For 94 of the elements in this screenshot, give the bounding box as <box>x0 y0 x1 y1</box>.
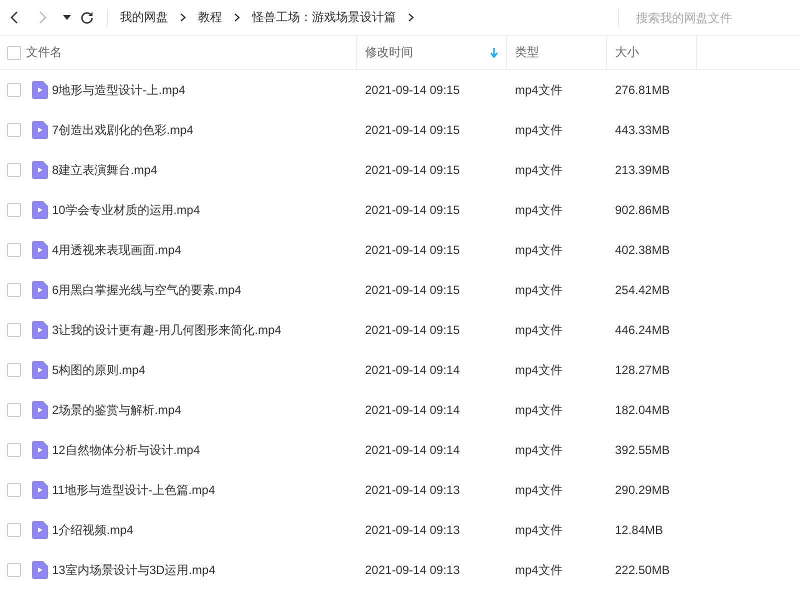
file-size: 12.84MB <box>614 523 664 537</box>
file-size: 182.04MB <box>614 403 671 417</box>
file-type: mp4文件 <box>514 442 564 458</box>
modified-time: 2021-09-14 09:15 <box>364 283 461 297</box>
file-type: mp4文件 <box>514 522 564 538</box>
modified-time: 2021-09-14 09:15 <box>364 123 461 137</box>
row-checkbox[interactable] <box>7 523 21 537</box>
file-size: 392.55MB <box>614 443 671 457</box>
column-header[interactable]: 大小 <box>607 36 697 69</box>
modified-time: 2021-09-14 09:15 <box>364 203 461 217</box>
breadcrumb-link[interactable]: 怪兽工场：游戏场景设计篇 <box>252 9 396 26</box>
file-type: mp4文件 <box>514 482 564 498</box>
video-file-icon <box>32 321 48 339</box>
row-checkbox[interactable] <box>7 123 21 137</box>
file-name[interactable]: 1介绍视频.mp4 <box>52 522 357 538</box>
row-checkbox[interactable] <box>7 203 21 217</box>
video-file-icon <box>32 201 48 219</box>
modified-time: 2021-09-14 09:13 <box>364 523 461 537</box>
row-checkbox[interactable] <box>7 283 21 297</box>
file-name[interactable]: 6用黑白掌握光线与空气的要素.mp4 <box>52 282 357 298</box>
file-type: mp4文件 <box>514 562 564 578</box>
modified-time: 2021-09-14 09:15 <box>364 323 461 337</box>
video-file-icon <box>32 561 48 579</box>
refresh-icon <box>80 10 94 24</box>
row-checkbox[interactable] <box>7 483 21 497</box>
file-name[interactable]: 9地形与造型设计-上.mp4 <box>52 82 357 98</box>
row-checkbox[interactable] <box>7 323 21 337</box>
file-size: 276.81MB <box>614 83 671 97</box>
file-size: 254.42MB <box>614 283 671 297</box>
file-name[interactable]: 12自然物体分析与设计.mp4 <box>52 442 357 458</box>
video-file-icon <box>32 161 48 179</box>
caret-icon <box>63 15 71 20</box>
file-type: mp4文件 <box>514 362 564 378</box>
file-size: 222.50MB <box>614 563 671 577</box>
chevron-right-icon <box>39 11 47 24</box>
file-size: 128.27MB <box>614 363 671 377</box>
column-header[interactable]: 修改时间 <box>357 36 507 69</box>
file-name[interactable]: 8建立表演舞台.mp4 <box>52 162 357 178</box>
row-checkbox[interactable] <box>7 163 21 177</box>
row-checkbox[interactable] <box>7 563 21 577</box>
chevron-left-icon <box>10 11 18 24</box>
file-name[interactable]: 2场景的鉴赏与解析.mp4 <box>52 402 357 418</box>
file-name[interactable]: 13室内场景设计与3D运用.mp4 <box>52 562 357 578</box>
file-name[interactable]: 3让我的设计更有趣-用几何图形来简化.mp4 <box>52 322 357 338</box>
breadcrumb-link[interactable]: 教程 <box>198 9 222 26</box>
modified-time: 2021-09-14 09:15 <box>364 163 461 177</box>
video-file-icon <box>32 81 48 99</box>
video-file-icon <box>32 361 48 379</box>
chevron-icon <box>180 13 186 22</box>
file-type: mp4文件 <box>514 242 564 258</box>
row-checkbox[interactable] <box>7 443 21 457</box>
file-name[interactable]: 4用透视来表现画面.mp4 <box>52 242 357 258</box>
row-checkbox[interactable] <box>7 243 21 257</box>
video-file-icon <box>32 521 48 539</box>
video-file-icon <box>32 401 48 419</box>
file-type: mp4文件 <box>514 402 564 418</box>
file-name[interactable]: 10学会专业材质的运用.mp4 <box>52 202 357 218</box>
select-all-checkbox[interactable] <box>7 46 21 60</box>
file-size: 402.38MB <box>614 243 671 257</box>
file-name[interactable]: 5构图的原则.mp4 <box>52 362 357 378</box>
row-checkbox[interactable] <box>7 363 21 377</box>
chevron-icon <box>234 13 240 22</box>
modified-time: 2021-09-14 09:13 <box>364 563 461 577</box>
file-size: 290.29MB <box>614 483 671 497</box>
file-type: mp4文件 <box>514 162 564 178</box>
file-type: mp4文件 <box>514 202 564 218</box>
file-size: 443.33MB <box>614 123 671 137</box>
modified-time: 2021-09-14 09:15 <box>364 243 461 257</box>
modified-time: 2021-09-14 09:13 <box>364 483 461 497</box>
file-type: mp4文件 <box>514 322 564 338</box>
file-type: mp4文件 <box>514 282 564 298</box>
chevron-icon <box>408 13 414 22</box>
file-type: mp4文件 <box>514 82 564 98</box>
row-checkbox[interactable] <box>7 83 21 97</box>
row-checkbox[interactable] <box>7 403 21 417</box>
video-file-icon <box>32 241 48 259</box>
modified-time: 2021-09-14 09:15 <box>364 83 461 97</box>
file-size: 213.39MB <box>614 163 671 177</box>
modified-time: 2021-09-14 09:14 <box>364 363 461 377</box>
file-type: mp4文件 <box>514 122 564 138</box>
file-name[interactable]: 11地形与造型设计-上色篇.mp4 <box>52 482 357 498</box>
column-header[interactable]: 文件名 <box>26 36 357 69</box>
column-header[interactable]: 类型 <box>507 36 607 69</box>
file-name[interactable]: 7创造出戏剧化的色彩.mp4 <box>52 122 357 138</box>
video-file-icon <box>32 121 48 139</box>
modified-time: 2021-09-14 09:14 <box>364 403 461 417</box>
breadcrumb-link[interactable]: 我的网盘 <box>120 9 168 26</box>
modified-time: 2021-09-14 09:14 <box>364 443 461 457</box>
sort-arrow-icon <box>490 48 498 58</box>
file-size: 902.86MB <box>614 203 671 217</box>
video-file-icon <box>32 481 48 499</box>
file-size: 446.24MB <box>614 323 671 337</box>
video-file-icon <box>32 441 48 459</box>
video-file-icon <box>32 281 48 299</box>
